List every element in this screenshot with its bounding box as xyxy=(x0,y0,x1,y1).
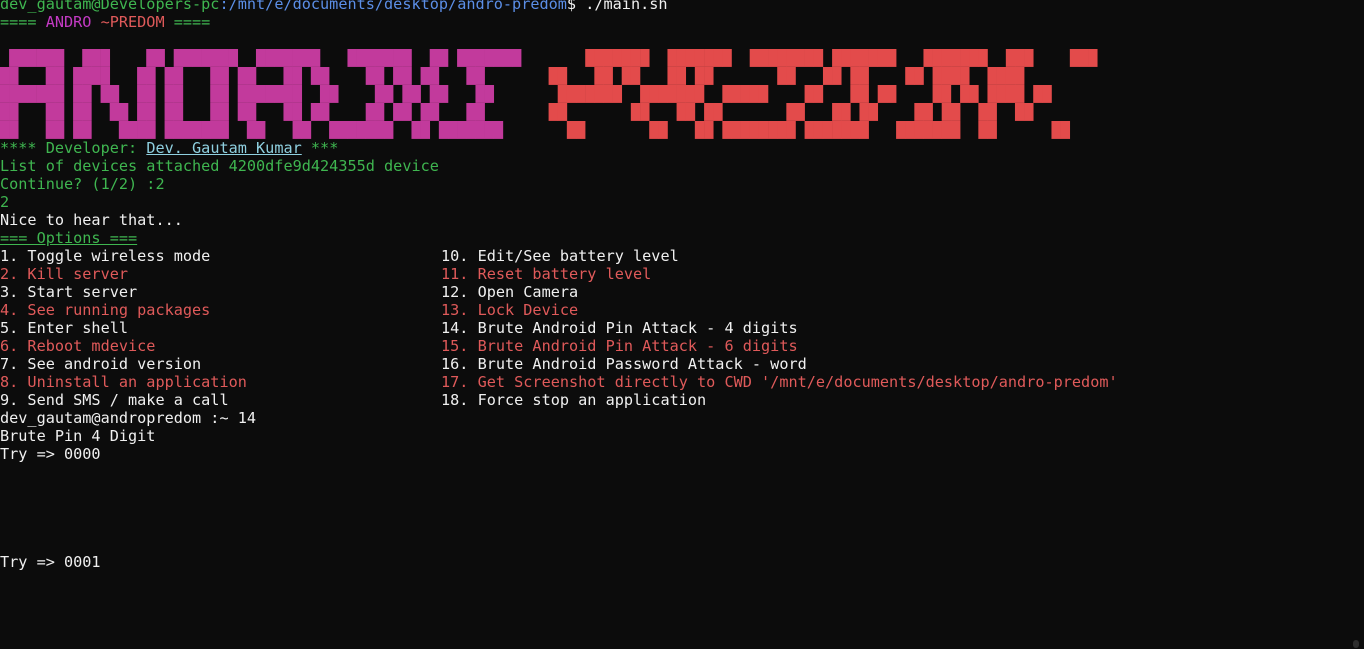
vertical-scrollbar[interactable] xyxy=(1350,0,1362,649)
option-item: 10. Edit/See battery level xyxy=(441,247,679,265)
options-menu: 1. Toggle wireless mode 2. Kill server 3… xyxy=(0,247,1350,409)
option-item: 4. See running packages xyxy=(0,301,211,319)
developer-suffix: *** xyxy=(301,139,339,157)
option-item: 9. Send SMS / make a call xyxy=(0,391,229,409)
ascii-banner: ██████ ███ ██ ███████ ███████ ███████ ██… xyxy=(0,49,1350,139)
option-item: 6. Reboot mdevice xyxy=(0,337,156,355)
option-item: 8. Uninstall an application xyxy=(0,373,247,391)
options-right-column: 10. Edit/See battery level 11. Reset bat… xyxy=(441,247,1341,409)
terminal-window[interactable]: dev_gautam@Developers-pc:/mnt/e/document… xyxy=(0,0,1350,649)
initial-prompt-line: dev_gautam@Developers-pc:/mnt/e/document… xyxy=(0,0,1350,13)
header-left: ==== xyxy=(0,13,46,31)
option-item: 16. Brute Android Password Attack - word xyxy=(441,355,807,373)
header-name-predom: ~PREDOM xyxy=(91,13,165,31)
banner-right-line: ███████ ███████ █████ ██ ██ ██ ██ ██ ███… xyxy=(493,85,1052,103)
option-item: 2. Kill server xyxy=(0,265,129,283)
header-right: ==== xyxy=(164,13,211,31)
option-item: 14. Brute Android Pin Attack - 4 digits xyxy=(441,319,798,337)
banner-right-line: ██ ██ ██ ████████ ███████ ███████ ██ ██ xyxy=(502,121,1070,139)
try-line: Try => 0000 xyxy=(0,445,101,463)
nice-line: Nice to hear that... xyxy=(0,211,183,229)
prompt-path: :/mnt/e/documents/desktop/andro-predom xyxy=(219,0,567,13)
input-echo-line: 2 xyxy=(0,193,10,211)
option-item: 1. Toggle wireless mode xyxy=(0,247,211,265)
options-left-column: 1. Toggle wireless mode 2. Kill server 3… xyxy=(0,247,441,409)
banner-right-line: ███████ ███████ ████████ ███████ ███████… xyxy=(521,49,1098,67)
try-line: Try => 0001 xyxy=(0,553,101,571)
banner-left-line: ███████ ██ ██ ██ ██ ██ ███████ ██ ██ ██ … xyxy=(0,85,494,103)
option-item: 11. Reset battery level xyxy=(441,265,652,283)
continue-line: Continue? (1/2) :2 xyxy=(0,175,165,193)
option-item: 15. Brute Android Pin Attack - 6 digits xyxy=(441,337,798,355)
banner-left-line: ██ ██ ████ ██ ██ ██ ██ ██ ██ ██ ██ ██ ██ xyxy=(0,67,485,85)
devices-line: List of devices attached 4200dfe9d424355… xyxy=(0,157,439,175)
option-item: 13. Lock Device xyxy=(441,301,579,319)
scrollbar-thumb[interactable] xyxy=(1353,640,1359,648)
developer-name-link[interactable]: Dev. Gautam Kumar xyxy=(146,139,301,157)
developer-line: **** Developer: Dev. Gautam Kumar *** xyxy=(0,139,1350,157)
prompt-command: ./main.sh xyxy=(576,0,668,13)
banner-left-line: ██ ██ ██ ██ ██ ██ ██ ██ ██ ██ ██ ██ ██ █… xyxy=(0,103,485,121)
banner-right-line: ██ ██ ██ ██ ██ ██ ██ ██ ██ ██ ██ xyxy=(484,103,1034,121)
prompt-user-host: dev_gautam@Developers-pc xyxy=(0,0,220,13)
banner-left-line: ██████ ███ ██ ███████ ███████ ███████ ██… xyxy=(0,49,522,67)
header-name-andro: ANDRO xyxy=(45,13,92,31)
option-item: 17. Get Screenshot directly to CWD '/mnt… xyxy=(441,373,1118,391)
banner-left-line: ██ ██ ██ ████ ███████ ██ ██ ███████ ██ █… xyxy=(0,121,503,139)
option-item: 7. See android version xyxy=(0,355,202,373)
options-header: === Options === xyxy=(0,229,138,247)
option-item: 12. Open Camera xyxy=(441,283,579,301)
option-item: 5. Enter shell xyxy=(0,319,129,337)
option-item: 18. Force stop an application xyxy=(441,391,707,409)
brute-status-line: Brute Pin 4 Digit xyxy=(0,427,156,445)
developer-prefix: **** Developer: xyxy=(0,139,147,157)
prompt-dollar: $ xyxy=(566,0,577,13)
app-header: ==== ANDRO ~PREDOM ==== xyxy=(0,13,1350,31)
option-item: 3. Start server xyxy=(0,283,138,301)
shell-prompt-line: dev_gautam@andropredom :~ 14 xyxy=(0,409,257,427)
banner-right-line: ██ ██ ██ ██ ██ ██ ██ ██ ██ ████ ████ xyxy=(484,67,1025,85)
